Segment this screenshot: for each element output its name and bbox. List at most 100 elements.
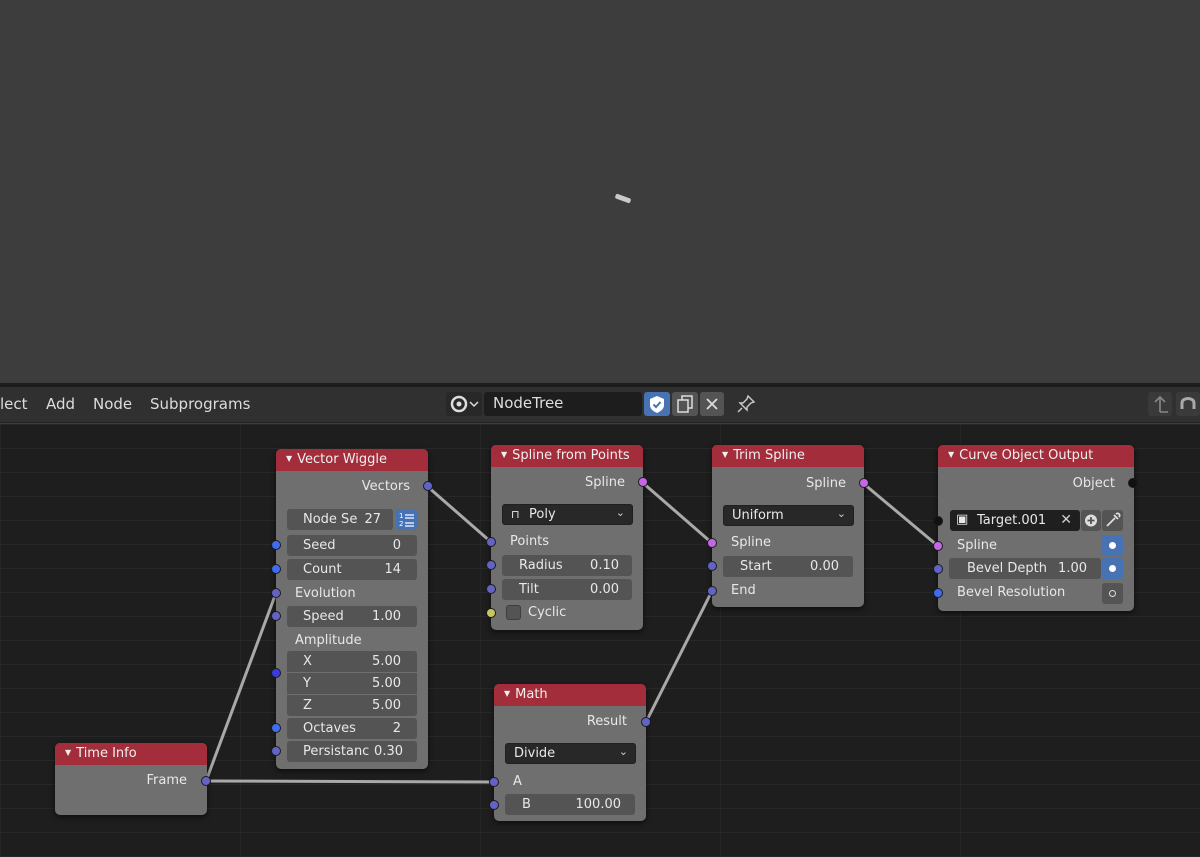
object-selector-field[interactable]: ▣ Target.001 ✕ bbox=[950, 510, 1080, 531]
field-label: Start bbox=[740, 559, 772, 574]
collapse-triangle-icon[interactable]: ▼ bbox=[504, 689, 510, 698]
object-output-socket[interactable] bbox=[1128, 478, 1138, 488]
spline-output-socket[interactable] bbox=[859, 478, 869, 488]
collapse-triangle-icon[interactable]: ▼ bbox=[65, 748, 71, 757]
output-label: Result bbox=[586, 714, 627, 729]
count-field[interactable]: Count 14 bbox=[287, 559, 417, 580]
node-header[interactable]: ▼ Curve Object Output bbox=[938, 445, 1134, 467]
menu-subprograms[interactable]: Subprograms bbox=[150, 395, 250, 413]
points-label: Points bbox=[510, 534, 550, 549]
start-input-socket[interactable] bbox=[707, 561, 717, 571]
field-label: Persistanc bbox=[303, 744, 370, 759]
amplitude-x-field[interactable]: X 5.00 bbox=[287, 651, 417, 672]
count-input-socket[interactable] bbox=[271, 564, 281, 574]
snap-button[interactable] bbox=[1176, 392, 1200, 416]
trim-mode-dropdown[interactable]: Uniform ⌄ bbox=[723, 505, 854, 526]
node-header[interactable]: ▼ Trim Spline bbox=[712, 445, 864, 467]
octaves-input-socket[interactable] bbox=[271, 723, 281, 733]
seed-input-socket[interactable] bbox=[271, 540, 281, 550]
result-output-socket[interactable] bbox=[641, 717, 651, 727]
node-spline-from-points[interactable]: ▼ Spline from Points Spline ⊓ Poly ⌄ Poin… bbox=[486, 445, 648, 630]
bevel-depth-input-socket[interactable] bbox=[933, 564, 943, 574]
node-header[interactable]: ▼ Vector Wiggle bbox=[276, 449, 428, 471]
collapse-triangle-icon[interactable]: ▼ bbox=[948, 450, 954, 459]
dropdown-value: Divide bbox=[514, 746, 556, 761]
field-label: Speed bbox=[303, 609, 344, 624]
menu-select[interactable]: lect bbox=[0, 395, 28, 413]
frame-output-socket[interactable] bbox=[201, 776, 211, 786]
dropdown-value: Uniform bbox=[732, 508, 784, 523]
clear-icon[interactable]: ✕ bbox=[1060, 512, 1072, 528]
list-numbers-icon: 1 2 bbox=[399, 512, 414, 528]
node-curve-object-output[interactable]: ▼ Curve Object Output Object ▣ Target.001… bbox=[933, 445, 1138, 611]
output-label: Spline bbox=[806, 476, 846, 491]
collapse-triangle-icon[interactable]: ▼ bbox=[286, 454, 292, 463]
close-icon bbox=[706, 398, 718, 410]
spline-output-socket[interactable] bbox=[638, 477, 648, 487]
menu-add[interactable]: Add bbox=[46, 395, 75, 413]
unlink-tree-button[interactable] bbox=[700, 392, 724, 416]
node-math[interactable]: ▼ Math Result Divide ⌄ A B 100.00 bbox=[489, 684, 651, 821]
menu-node[interactable]: Node bbox=[93, 395, 132, 413]
bevel-resolution-input-socket[interactable] bbox=[933, 588, 943, 598]
collapse-triangle-icon[interactable]: ▼ bbox=[501, 450, 507, 459]
amplitude-y-field[interactable]: Y 5.00 bbox=[287, 673, 417, 694]
b-input-socket[interactable] bbox=[489, 800, 499, 810]
node-seed-toggle[interactable]: 1 2 bbox=[396, 509, 417, 530]
fake-user-button[interactable] bbox=[644, 392, 670, 416]
new-object-button[interactable] bbox=[1081, 510, 1101, 531]
a-input-socket[interactable] bbox=[489, 777, 499, 787]
node-tree-name-field[interactable]: NodeTree bbox=[484, 392, 642, 416]
duplicate-tree-button[interactable] bbox=[672, 392, 698, 416]
field-label: X bbox=[303, 654, 312, 669]
vectors-output-socket[interactable] bbox=[423, 481, 433, 491]
octaves-field[interactable]: Octaves 2 bbox=[287, 718, 417, 739]
output-label: Frame bbox=[146, 773, 187, 788]
evolution-input-socket[interactable] bbox=[271, 588, 281, 598]
bevel-depth-use-toggle[interactable] bbox=[1102, 558, 1123, 579]
points-input-socket[interactable] bbox=[486, 537, 496, 547]
bevel-resolution-use-toggle[interactable] bbox=[1102, 583, 1123, 604]
parent-tree-button[interactable] bbox=[1148, 392, 1172, 416]
eyedropper-button[interactable] bbox=[1102, 510, 1123, 531]
3d-viewport[interactable] bbox=[0, 0, 1200, 383]
end-input-socket[interactable] bbox=[707, 586, 717, 596]
node-header[interactable]: ▼ Math bbox=[494, 684, 646, 706]
node-trim-spline[interactable]: ▼ Trim Spline Spline Uniform ⌄ Spline Sta… bbox=[707, 445, 869, 607]
node-seed-field[interactable]: Node Se 27 bbox=[287, 509, 393, 530]
radius-input-socket[interactable] bbox=[486, 560, 496, 570]
node-header[interactable]: ▼ Time Info bbox=[55, 743, 207, 765]
tilt-input-socket[interactable] bbox=[486, 584, 496, 594]
spline-type-dropdown[interactable]: ⊓ Poly ⌄ bbox=[502, 504, 633, 525]
object-input-socket[interactable] bbox=[933, 516, 943, 526]
persistance-input-socket[interactable] bbox=[271, 746, 281, 756]
persistance-field[interactable]: Persistanc 0.30 bbox=[287, 741, 417, 762]
node-header[interactable]: ▼ Spline from Points bbox=[491, 445, 643, 467]
start-field[interactable]: Start 0.00 bbox=[723, 556, 853, 577]
math-operation-dropdown[interactable]: Divide ⌄ bbox=[505, 743, 636, 764]
node-tree-type-selector[interactable] bbox=[446, 392, 482, 416]
seed-field[interactable]: Seed 0 bbox=[287, 535, 417, 556]
amplitude-input-socket[interactable] bbox=[271, 668, 281, 678]
node-time-info[interactable]: ▼ Time Info Frame bbox=[55, 743, 211, 815]
cyclic-input-socket[interactable] bbox=[486, 608, 496, 618]
field-value: 14 bbox=[384, 562, 401, 577]
spline-input-socket[interactable] bbox=[707, 538, 717, 548]
bevel-depth-field[interactable]: Bevel Depth 1.00 bbox=[949, 558, 1101, 579]
spline-use-toggle[interactable] bbox=[1102, 535, 1123, 556]
cyclic-checkbox[interactable] bbox=[506, 605, 521, 620]
radius-field[interactable]: Radius 0.10 bbox=[502, 555, 632, 576]
curve-object-preview[interactable] bbox=[614, 193, 632, 204]
amplitude-z-field[interactable]: Z 5.00 bbox=[287, 695, 417, 716]
spline-input-socket[interactable] bbox=[933, 541, 943, 551]
pin-button[interactable] bbox=[734, 392, 758, 416]
node-vector-wiggle[interactable]: ▼ Vector Wiggle Vectors Node Se 27 1 2 Se… bbox=[271, 449, 433, 769]
speed-field[interactable]: Speed 1.00 bbox=[287, 606, 417, 627]
field-label: Octaves bbox=[303, 721, 356, 736]
chevron-down-icon: ⌄ bbox=[618, 745, 628, 758]
collapse-triangle-icon[interactable]: ▼ bbox=[722, 450, 728, 459]
spline-input-label: Spline bbox=[731, 535, 771, 550]
b-field[interactable]: B 100.00 bbox=[505, 794, 635, 815]
tilt-field[interactable]: Tilt 0.00 bbox=[502, 579, 632, 600]
speed-input-socket[interactable] bbox=[271, 611, 281, 621]
